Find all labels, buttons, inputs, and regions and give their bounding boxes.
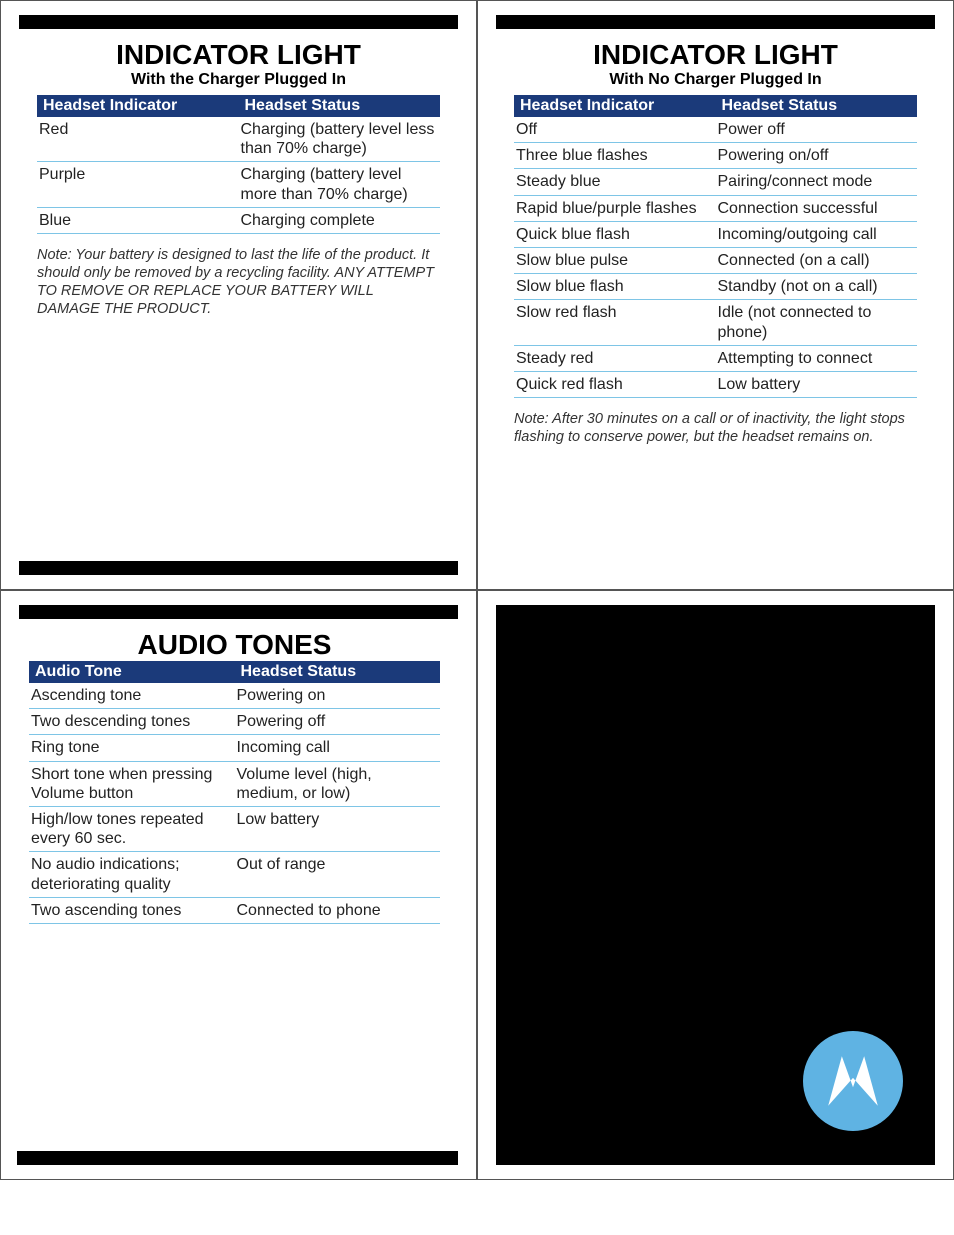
table-row: Quick blue flashIncoming/outgoing call bbox=[514, 221, 917, 247]
table-row: Quick red flashLow battery bbox=[514, 371, 917, 397]
panel1-table: Headset Indicator Headset Status RedChar… bbox=[37, 95, 440, 234]
table-row: Slow blue flashStandby (not on a call) bbox=[514, 274, 917, 300]
panel-audio-tones: AUDIO TONES Audio Tone Headset Status As… bbox=[0, 590, 477, 1180]
panel-indicator-nocharger: INDICATOR LIGHT With No Charger Plugged … bbox=[477, 0, 954, 590]
table-row: BlueCharging complete bbox=[37, 207, 440, 233]
bottom-rule bbox=[19, 561, 458, 575]
table-row: Two descending tonesPowering off bbox=[29, 709, 440, 735]
motorola-m-icon bbox=[822, 1050, 884, 1112]
panel1-title: INDICATOR LIGHT bbox=[37, 39, 440, 71]
motorola-logo-icon bbox=[803, 1031, 903, 1131]
table-row: Two ascending tonesConnected to phone bbox=[29, 897, 440, 923]
table-row: Ring toneIncoming call bbox=[29, 735, 440, 761]
panel2-th1: Headset Indicator bbox=[514, 95, 716, 117]
top-rule bbox=[19, 605, 458, 619]
table-row: PurpleCharging (battery level more than … bbox=[37, 162, 440, 207]
table-row: Ascending tonePowering on bbox=[29, 683, 440, 709]
panel2-subtitle: With No Charger Plugged In bbox=[514, 71, 917, 89]
table-row: Rapid blue/purple flashesConnection succ… bbox=[514, 195, 917, 221]
table-row: No audio indications; deteriorating qual… bbox=[29, 852, 440, 897]
panel1-note: Note: Your battery is designed to last t… bbox=[37, 246, 440, 319]
table-row: Short tone when pressing Volume buttonVo… bbox=[29, 761, 440, 806]
table-row: Steady bluePairing/connect mode bbox=[514, 169, 917, 195]
bottom-rule bbox=[17, 1151, 458, 1165]
table-row: RedCharging (battery level less than 70%… bbox=[37, 117, 440, 162]
panel3-title: AUDIO TONES bbox=[29, 629, 440, 661]
panel1-th1: Headset Indicator bbox=[37, 95, 239, 117]
panel2-note: Note: After 30 minutes on a call or of i… bbox=[514, 410, 917, 446]
logo-wrap bbox=[803, 1031, 903, 1131]
panel-back-cover bbox=[477, 590, 954, 1180]
panel3-table: Audio Tone Headset Status Ascending tone… bbox=[29, 661, 440, 924]
panel-indicator-charger: INDICATOR LIGHT With the Charger Plugged… bbox=[0, 0, 477, 590]
table-row: High/low tones repeated every 60 sec.Low… bbox=[29, 806, 440, 851]
panel2-th2: Headset Status bbox=[716, 95, 918, 117]
table-row: Slow red flashIdle (not connected to pho… bbox=[514, 300, 917, 345]
panel3-th2: Headset Status bbox=[235, 661, 441, 683]
top-rule bbox=[19, 15, 458, 29]
panel2-title: INDICATOR LIGHT bbox=[514, 39, 917, 71]
table-row: Slow blue pulseConnected (on a call) bbox=[514, 247, 917, 273]
panel2-table: Headset Indicator Headset Status OffPowe… bbox=[514, 95, 917, 398]
table-row: OffPower off bbox=[514, 117, 917, 143]
top-rule bbox=[496, 15, 935, 29]
panel1-subtitle: With the Charger Plugged In bbox=[37, 71, 440, 89]
table-row: Three blue flashesPowering on/off bbox=[514, 143, 917, 169]
panel1-th2: Headset Status bbox=[239, 95, 441, 117]
panel3-th1: Audio Tone bbox=[29, 661, 235, 683]
table-row: Steady redAttempting to connect bbox=[514, 345, 917, 371]
document-grid: INDICATOR LIGHT With the Charger Plugged… bbox=[0, 0, 954, 1180]
